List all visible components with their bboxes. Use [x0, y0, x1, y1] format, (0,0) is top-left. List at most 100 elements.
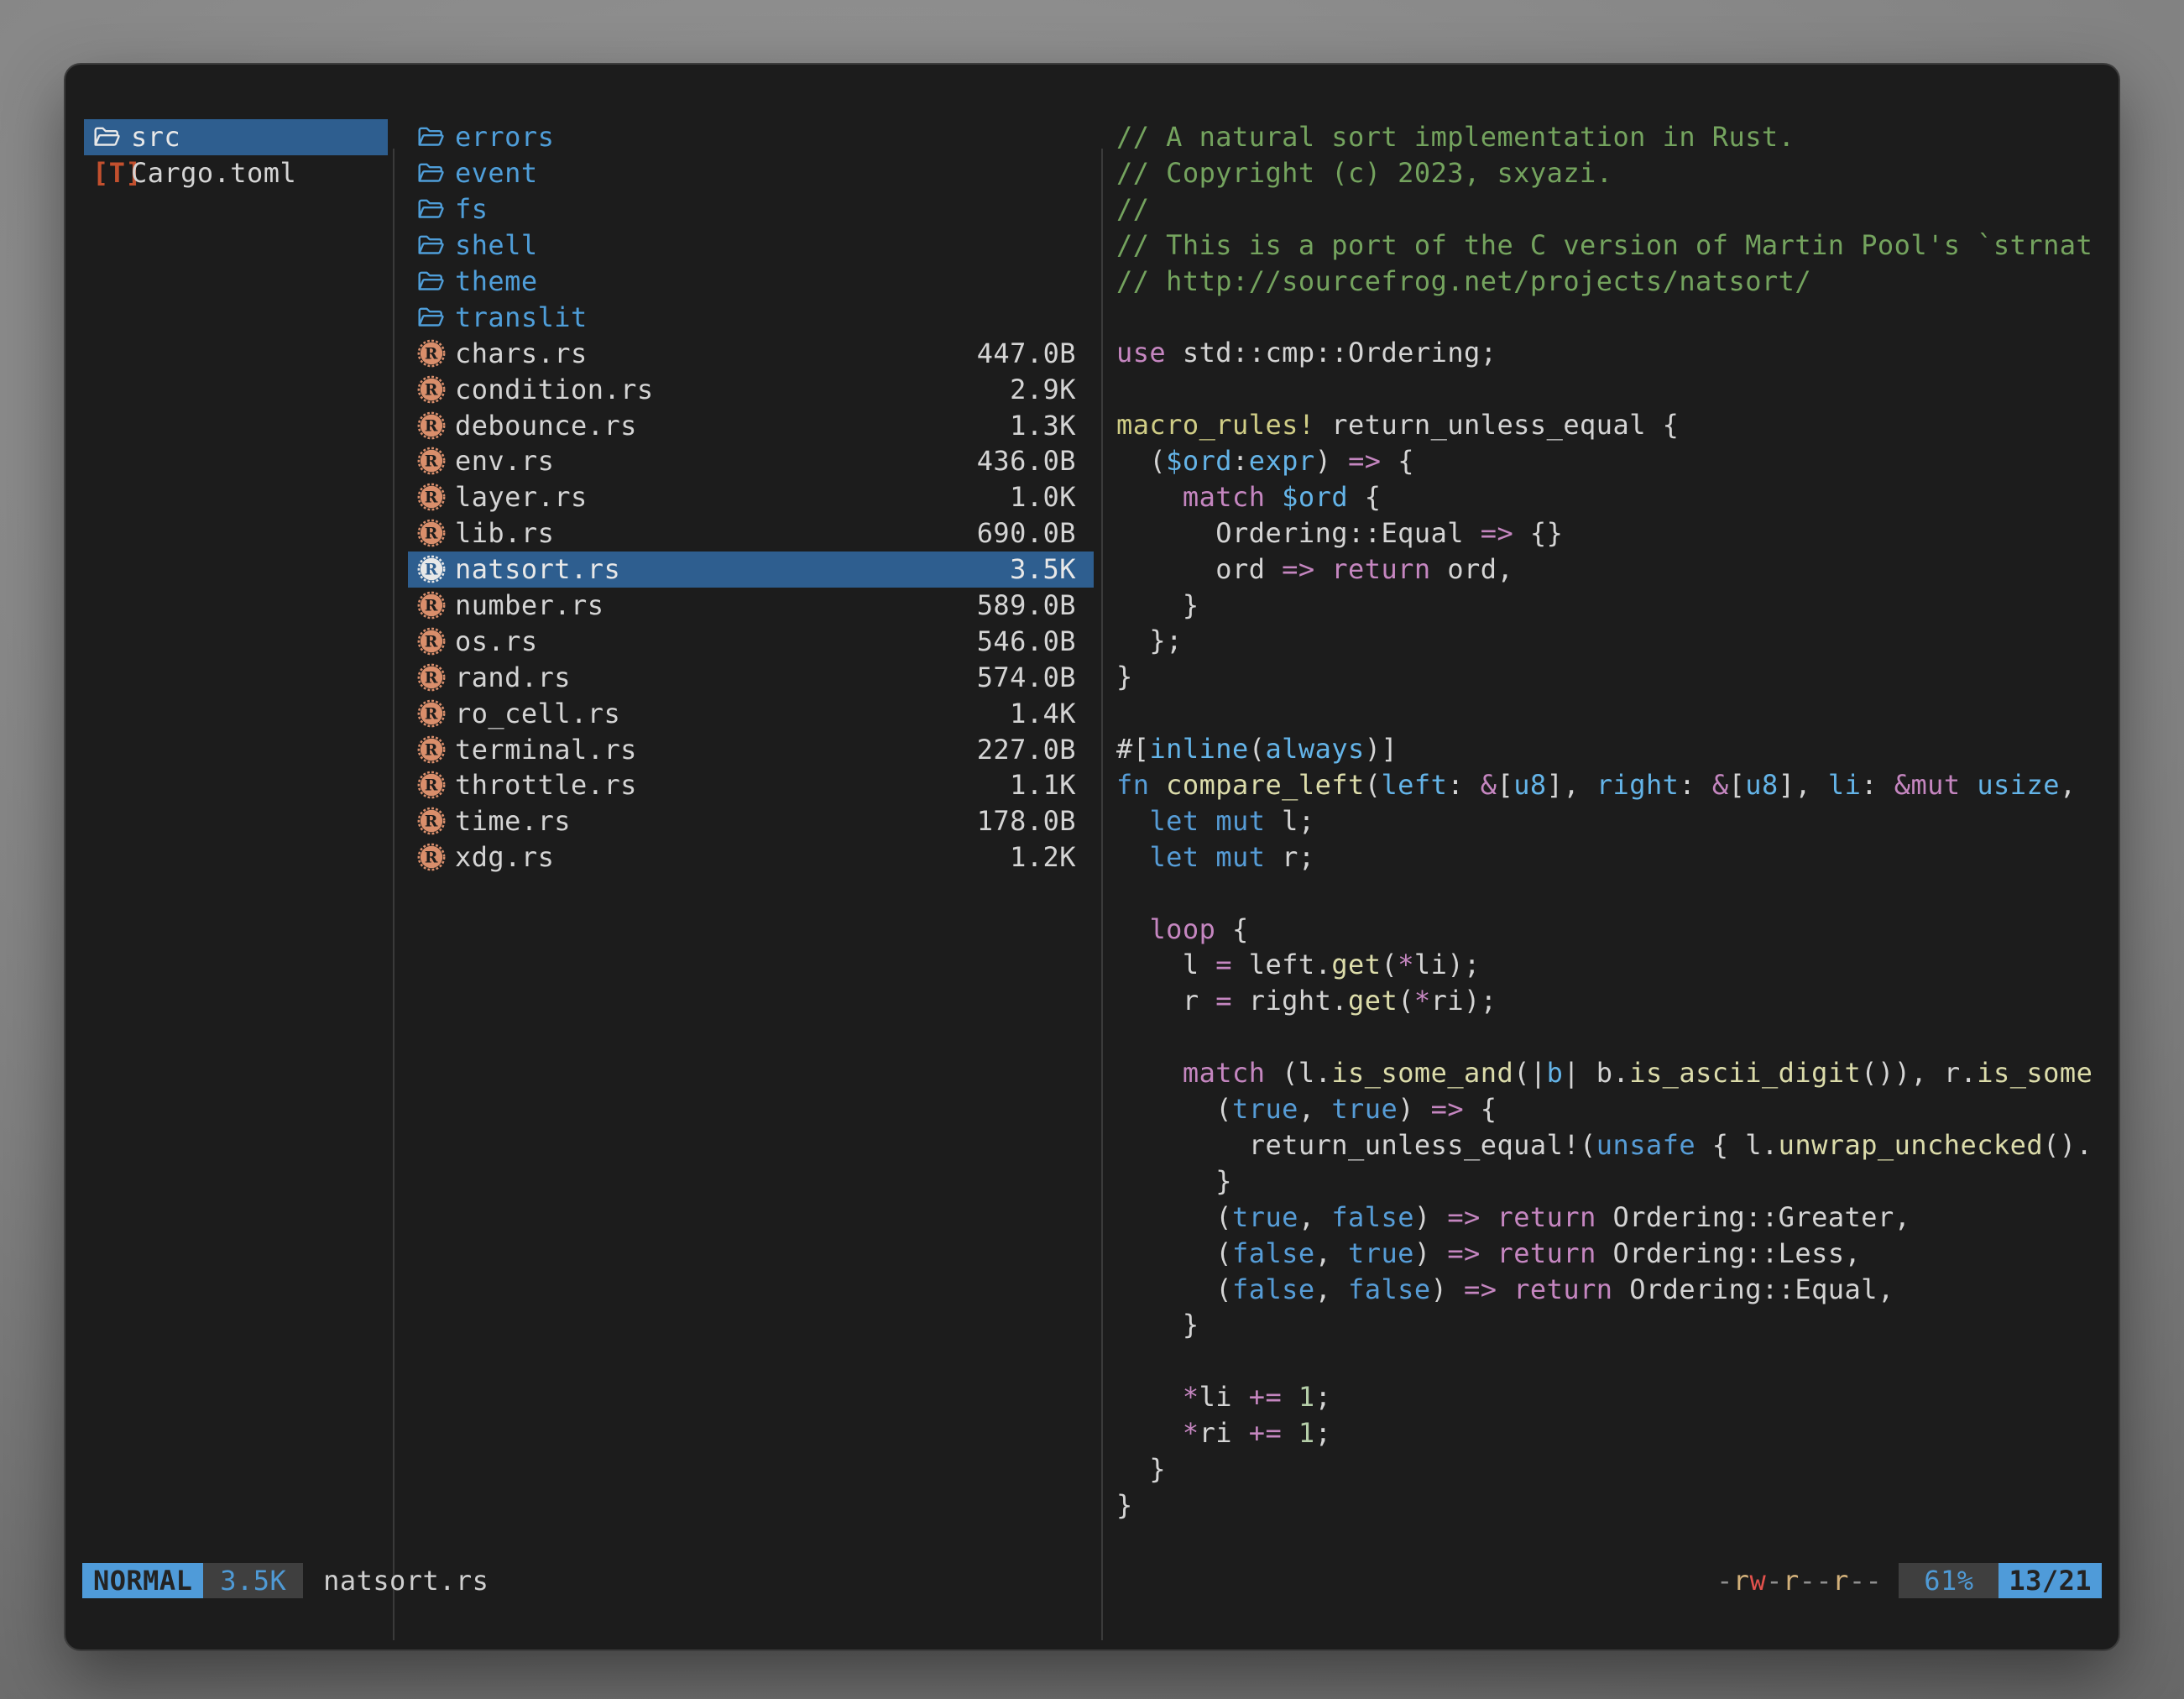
file-row[interactable]: Rnumber.rs 589.0B	[408, 588, 1094, 624]
file-row[interactable]: [T]Cargo.toml	[84, 155, 388, 191]
dir-row[interactable]: theme	[408, 264, 1094, 300]
code-line: match (l.is_some_and(|b| b.is_ascii_digi…	[1116, 1055, 2103, 1091]
svg-text:R: R	[425, 849, 438, 867]
code-line: let mut l;	[1116, 803, 2103, 839]
selected-filename: natsort.rs	[323, 1565, 489, 1597]
file-row[interactable]: Rlib.rs690.0B	[408, 515, 1094, 552]
code-line: // Copyright (c) 2023, sxyazi.	[1116, 155, 2103, 191]
svg-text:R: R	[425, 344, 438, 363]
pane-divider	[1101, 149, 1103, 1640]
file-row[interactable]: Rcondition.rs2.9K	[408, 371, 1094, 407]
file-size: 589.0B	[977, 589, 1094, 621]
code-line: };	[1116, 623, 2103, 659]
code-line	[1116, 1019, 2103, 1055]
file-name: time.rs	[455, 805, 571, 837]
file-size: 1.3K	[1010, 410, 1094, 442]
file-name: layer.rs	[455, 481, 588, 513]
file-name: fs	[455, 193, 488, 225]
rust-file-icon: R	[416, 446, 455, 476]
code-line: (true, true) => {	[1116, 1091, 2103, 1127]
file-row[interactable]: Ros.rs 546.0B	[408, 623, 1094, 659]
mode-badge: NORMAL	[82, 1563, 203, 1598]
file-row[interactable]: Rdebounce.rs 1.3K	[408, 407, 1094, 443]
file-name: rand.rs	[455, 661, 571, 693]
file-size: 546.0B	[977, 625, 1094, 657]
svg-text:R: R	[425, 668, 438, 687]
file-row[interactable]: Rro_cell.rs1.4K	[408, 695, 1094, 731]
file-name: debounce.rs	[455, 410, 637, 442]
file-size: 574.0B	[977, 661, 1094, 693]
file-row[interactable]: Rlayer.rs1.0K	[408, 479, 1094, 515]
pane-divider	[393, 149, 394, 1640]
file-manager-window: src[T]Cargo.toml errorseventfs shell theme…	[65, 65, 2119, 1649]
file-row[interactable]: Rthrottle.rs1.1K	[408, 767, 1094, 803]
file-name: os.rs	[455, 625, 538, 657]
file-size: 2.9K	[1010, 374, 1094, 405]
code-line: // This is a port of the C version of Ma…	[1116, 227, 2103, 264]
rust-file-icon: R	[416, 554, 455, 584]
file-name: ro_cell.rs	[455, 698, 620, 729]
file-size: 1.0K	[1010, 481, 1094, 513]
code-line: macro_rules! return_unless_equal {	[1116, 407, 2103, 443]
file-row[interactable]: Rrand.rs 574.0B	[408, 659, 1094, 695]
file-size: 690.0B	[977, 517, 1094, 549]
dir-row[interactable]: translit	[408, 299, 1094, 335]
status-right: -rw-r--r-- 61% 13/21	[1716, 1563, 2102, 1598]
code-line: ord => return ord,	[1116, 552, 2103, 588]
file-row[interactable]: Rnatsort.rs3.5K	[408, 552, 1094, 588]
folder-open-icon	[92, 123, 131, 151]
code-line: }	[1116, 588, 2103, 624]
folder-open-icon	[416, 231, 455, 259]
code-line	[1116, 371, 2103, 407]
file-name: Cargo.toml	[131, 157, 296, 189]
file-name: shell	[455, 229, 538, 261]
preview-pane: // A natural sort implementation in Rust…	[1116, 119, 2103, 1525]
file-row[interactable]: Rchars.rs447.0B	[408, 335, 1094, 371]
folder-open-icon	[416, 267, 455, 295]
file-name: theme	[455, 265, 538, 297]
file-size: 1.2K	[1010, 841, 1094, 873]
svg-text:R: R	[425, 452, 438, 471]
rust-file-icon: R	[416, 518, 455, 548]
svg-text:R: R	[425, 561, 438, 579]
code-line: use std::cmp::Ordering;	[1116, 335, 2103, 371]
file-row[interactable]: Rterminal.rs227.0B	[408, 731, 1094, 767]
code-line: }	[1116, 1163, 2103, 1200]
code-line: }	[1116, 1487, 2103, 1524]
code-line: // http://sourcefrog.net/projects/natsor…	[1116, 264, 2103, 300]
code-line: // A natural sort implementation in Rust…	[1116, 119, 2103, 155]
rust-file-icon: R	[416, 842, 455, 872]
rust-file-icon: R	[416, 410, 455, 441]
file-size: 3.5K	[1010, 553, 1094, 585]
dir-row[interactable]: event	[408, 155, 1094, 191]
file-name: errors	[455, 121, 554, 153]
status-bar: NORMAL 3.5K natsort.rs -rw-r--r-- 61% 13…	[82, 1563, 2102, 1598]
code-line: loop {	[1116, 912, 2103, 948]
dir-row[interactable]: shell	[408, 227, 1094, 264]
svg-text:R: R	[425, 525, 438, 543]
file-row[interactable]: Rtime.rs 178.0B	[408, 803, 1094, 839]
rust-file-icon: R	[416, 626, 455, 656]
rust-file-icon: R	[416, 806, 455, 836]
code-line: Ordering::Equal => {}	[1116, 515, 2103, 552]
svg-text:R: R	[425, 813, 438, 831]
rust-file-icon: R	[416, 338, 455, 369]
dir-row[interactable]: fs	[408, 191, 1094, 227]
code-line: #[inline(always)]	[1116, 731, 2103, 767]
file-row[interactable]: Renv.rs436.0B	[408, 443, 1094, 479]
code-line: (false, true) => return Ordering::Less,	[1116, 1236, 2103, 1272]
rust-file-icon: R	[416, 590, 455, 620]
dir-row[interactable]: src	[84, 119, 388, 155]
rust-file-icon: R	[416, 662, 455, 693]
folder-open-icon	[416, 123, 455, 151]
file-row[interactable]: Rxdg.rs1.2K	[408, 839, 1094, 876]
toml-file-icon: [T]	[92, 157, 131, 189]
file-size: 227.0B	[977, 734, 1094, 766]
dir-row[interactable]: errors	[408, 119, 1094, 155]
file-name: translit	[455, 301, 588, 333]
permissions: -rw-r--r--	[1716, 1565, 1882, 1597]
file-size: 178.0B	[977, 805, 1094, 837]
file-size: 1.4K	[1010, 698, 1094, 729]
file-size: 447.0B	[977, 337, 1094, 369]
file-name: number.rs	[455, 589, 603, 621]
